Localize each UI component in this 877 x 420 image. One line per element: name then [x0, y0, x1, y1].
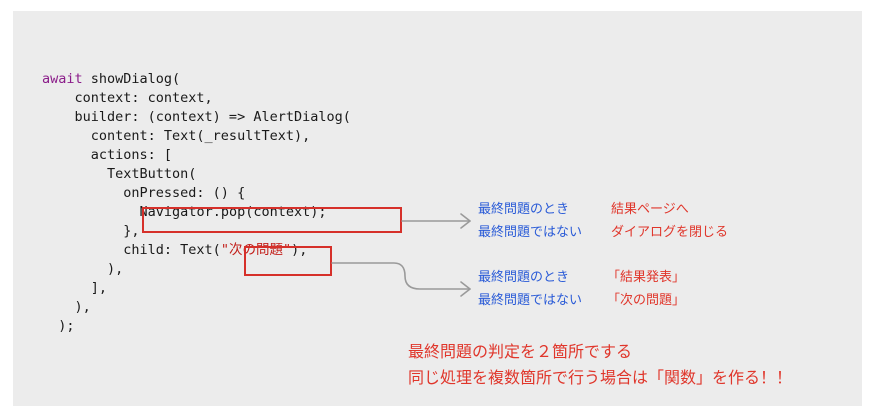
note-1-condition-1: 最終問題のとき: [478, 201, 570, 216]
note-2-condition-2: 最終問題ではない: [478, 292, 583, 307]
note-2-result-1: 「結果発表」: [607, 269, 686, 284]
note-1-result-1: 結果ページへ: [611, 201, 689, 216]
note-1-result-2: ダイアログを閉じる: [611, 224, 729, 239]
note-2-condition-1: 最終問題のとき: [478, 269, 570, 284]
summary-line-2: 同じ処理を複数箇所で行う場合は「関数」を作る！！: [408, 370, 793, 387]
summary: 最終問題の判定を２箇所でする 同じ処理を複数箇所で行う場合は「関数」を作る！！: [408, 340, 792, 392]
summary-line-1: 最終問題の判定を２箇所でする: [408, 344, 633, 361]
note-2-result-2: 「次の問題」: [607, 292, 686, 307]
arrow-to-label-note: [331, 262, 471, 290]
note-1-condition-2: 最終問題ではない: [478, 224, 583, 239]
